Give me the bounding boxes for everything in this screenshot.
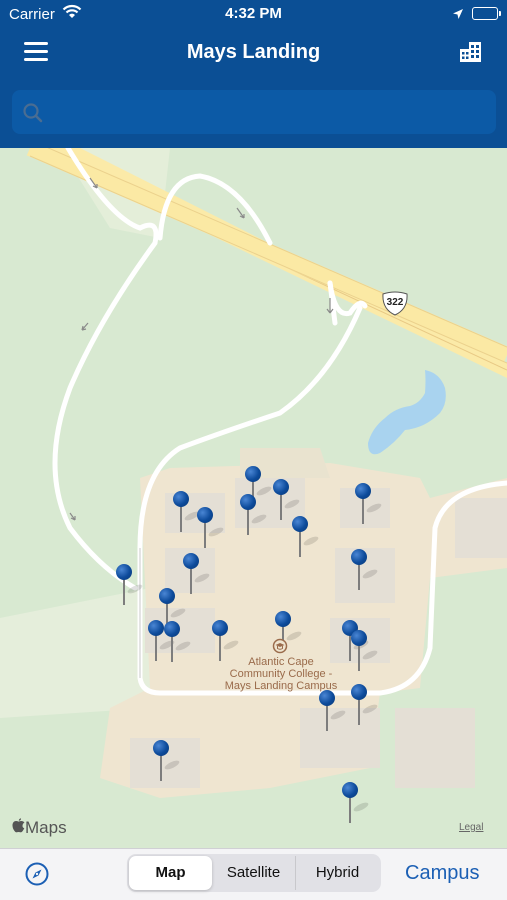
search-icon	[22, 102, 44, 129]
apple-logo-icon	[12, 818, 25, 838]
map-pin[interactable]	[318, 690, 347, 736]
map-pin[interactable]	[163, 621, 192, 667]
compass-icon[interactable]	[24, 861, 50, 892]
building-icon[interactable]	[458, 41, 484, 68]
map-pin[interactable]	[272, 479, 301, 525]
maps-attribution: Maps	[12, 818, 67, 838]
legal-link[interactable]: Legal	[459, 822, 483, 833]
status-bar: Carrier 4:32 PM	[0, 0, 507, 28]
segment-hybrid[interactable]: Hybrid	[295, 856, 379, 890]
status-time: 4:32 PM	[225, 5, 282, 22]
location-arrow-icon	[452, 7, 464, 25]
map-view[interactable]: 322 Atlantic Cape Community College - Ma…	[0, 148, 507, 848]
map-pin[interactable]	[350, 630, 379, 676]
map-pin[interactable]	[291, 516, 320, 562]
segment-satellite[interactable]: Satellite	[212, 856, 295, 890]
search-input[interactable]	[56, 98, 486, 126]
search-bar[interactable]	[12, 90, 496, 134]
bottom-toolbar: Map Satellite Hybrid Campus	[0, 848, 507, 900]
map-pin[interactable]	[350, 684, 379, 730]
map-pin[interactable]	[341, 782, 370, 828]
search-area	[0, 80, 507, 148]
map-pin[interactable]	[196, 507, 225, 553]
page-title: Mays Landing	[186, 41, 321, 63]
map-pin[interactable]	[239, 494, 268, 540]
battery-icon	[472, 7, 501, 20]
maps-attribution-text: Maps	[25, 818, 67, 837]
map-pin[interactable]	[152, 740, 181, 786]
campus-button[interactable]: Campus	[405, 862, 479, 885]
map-pin[interactable]	[350, 549, 379, 595]
route-number: 322	[386, 297, 404, 308]
navigation-bar: Mays Landing	[0, 28, 507, 80]
route-shield-322: 322	[380, 291, 410, 322]
map-pin[interactable]	[354, 483, 383, 529]
map-pin[interactable]	[182, 553, 211, 599]
map-pin[interactable]	[115, 564, 144, 610]
map-type-segmented-control: Map Satellite Hybrid	[127, 854, 381, 892]
segment-map[interactable]: Map	[129, 856, 212, 890]
poi-label[interactable]: Atlantic Cape Community College - Mays L…	[222, 656, 340, 692]
map-pin[interactable]	[172, 491, 201, 537]
